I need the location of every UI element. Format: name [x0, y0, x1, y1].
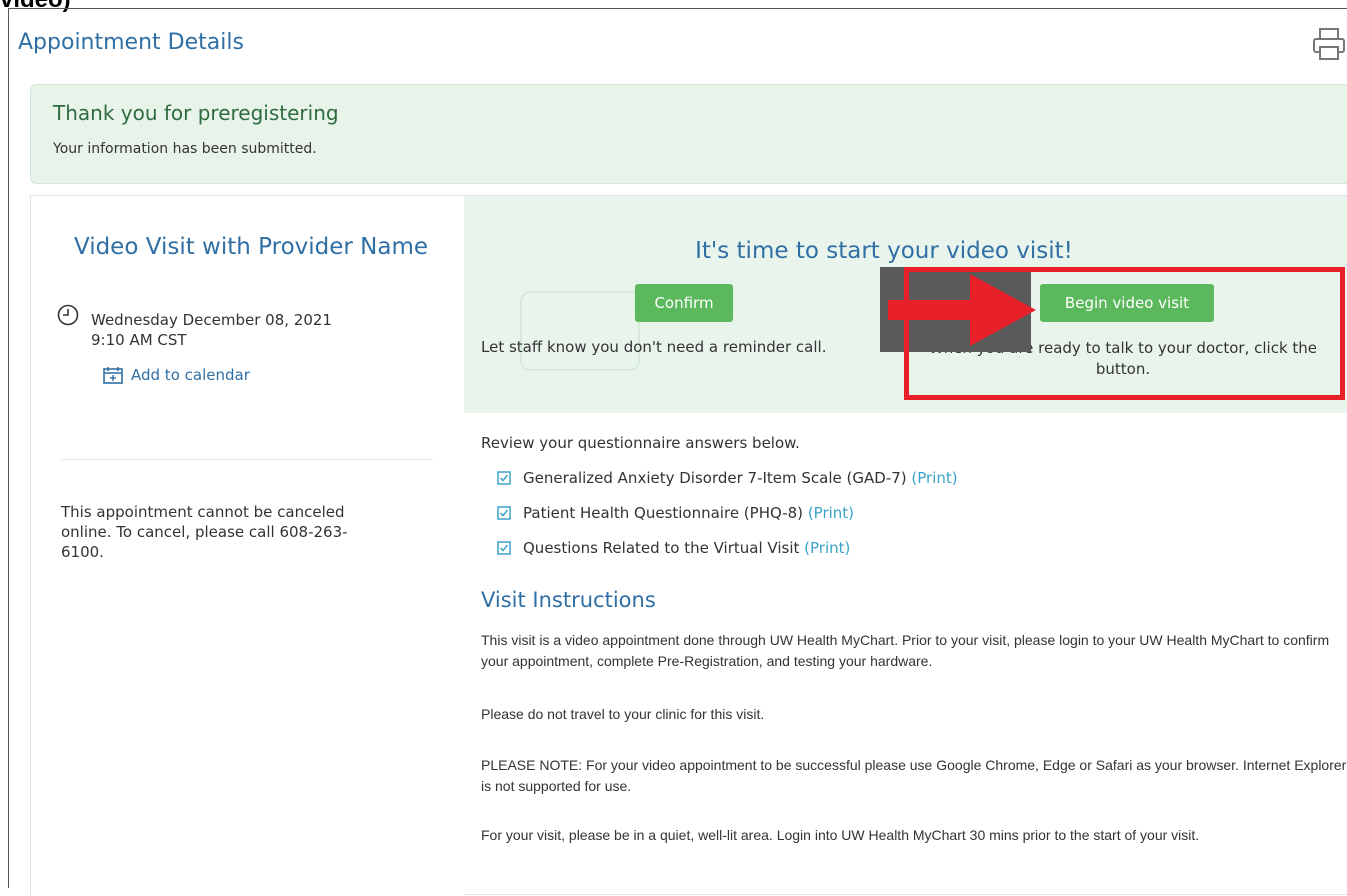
- cancel-note: This appointment cannot be canceled onli…: [61, 503, 348, 561]
- confirm-description: Let staff know you don't need a reminder…: [481, 338, 827, 356]
- questionnaire-item: Questions Related to the Virtual Visit (…: [497, 539, 850, 557]
- print-link[interactable]: (Print): [911, 469, 957, 487]
- instruction-paragraph: This visit is a video appointment done t…: [481, 632, 1330, 669]
- appointment-time: 9:10 AM CST: [91, 331, 187, 349]
- print-link[interactable]: (Print): [804, 539, 850, 557]
- instruction-paragraph: For your visit, please be in a quiet, we…: [481, 827, 1200, 843]
- decorative-watermark: [520, 291, 640, 371]
- appointment-datetime: Wednesday December 08, 2021 9:10 AM CST: [91, 310, 332, 350]
- confirm-button[interactable]: Confirm: [635, 284, 733, 322]
- clock-icon: [57, 304, 79, 326]
- visit-instructions-title: Visit Instructions: [481, 588, 656, 612]
- calendar-add-icon[interactable]: [103, 366, 123, 384]
- checklist-icon: [497, 541, 511, 555]
- appointment-title: Video Visit with Provider Name: [73, 234, 429, 260]
- checklist-icon: [497, 506, 511, 520]
- video-visit-headline: It's time to start your video visit!: [695, 238, 1073, 264]
- questionnaire-name: Patient Health Questionnaire (PHQ-8): [523, 504, 804, 522]
- banner-title: Thank you for preregistering: [53, 101, 339, 125]
- appointment-main: It's time to start your video visit! Con…: [464, 196, 1347, 896]
- questionnaire-item: Generalized Anxiety Disorder 7-Item Scal…: [497, 469, 958, 487]
- instruction-paragraph: PLEASE NOTE: For your video appointment …: [481, 757, 1347, 794]
- sidebar-divider: [61, 459, 433, 460]
- print-link[interactable]: (Print): [808, 504, 854, 522]
- preregistration-banner: Thank you for preregistering Your inform…: [30, 84, 1347, 184]
- printer-icon[interactable]: [1311, 26, 1347, 62]
- appointment-sidebar: Video Visit with Provider Name Wednesday…: [31, 196, 464, 896]
- banner-subtitle: Your information has been submitted.: [53, 141, 317, 157]
- highlight-box: [904, 267, 1345, 400]
- page-title: Appointment Details: [18, 30, 244, 55]
- instruction-paragraph: Please do not travel to your clinic for …: [481, 706, 765, 722]
- questionnaire-name: Generalized Anxiety Disorder 7-Item Scal…: [523, 469, 907, 487]
- add-to-calendar-link[interactable]: Add to calendar: [131, 366, 250, 384]
- questionnaire-item: Patient Health Questionnaire (PHQ-8) (Pr…: [497, 504, 854, 522]
- appointment-card: Video Visit with Provider Name Wednesday…: [30, 195, 1347, 896]
- questionnaire-intro: Review your questionnaire answers below.: [481, 434, 800, 452]
- questionnaire-name: Questions Related to the Virtual Visit: [523, 539, 800, 557]
- video-visit-panel: It's time to start your video visit! Con…: [464, 196, 1347, 413]
- checklist-icon: [497, 471, 511, 485]
- appointment-date: Wednesday December 08, 2021: [91, 311, 332, 329]
